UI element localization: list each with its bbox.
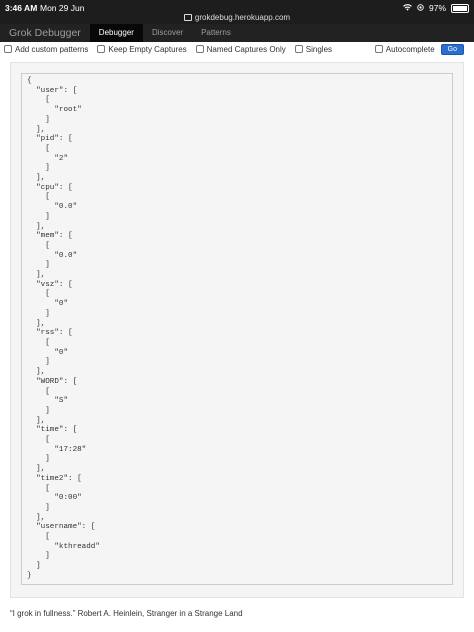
autocomplete-checkbox[interactable] [374,45,383,53]
go-button[interactable]: Go [440,43,464,55]
autocomplete-label: Autocomplete [385,44,435,54]
battery-percent: 97% [428,3,446,13]
battery-icon [451,3,469,13]
nav-discover[interactable]: Discover [143,24,192,42]
named-captures-only-checkbox[interactable] [195,45,204,53]
add-custom-patterns-checkbox[interactable] [4,45,12,53]
keep-empty-captures-label: Keep Empty Captures [108,44,187,54]
result-panel: { "user": [ [ "root" ] ], "pid": [ [ "2"… [10,62,464,598]
status-bar: 3:46 AM Mon 29 Jun 97% grokdebug.herokua… [0,0,474,24]
wifi-icon [403,3,412,13]
singles-checkbox[interactable] [294,45,303,53]
status-date: Mon 29 Jun [40,3,85,13]
status-right: 97% [403,3,469,13]
lock-icon [183,14,192,21]
nav-debugger[interactable]: Debugger [89,24,143,42]
navbar: Grok Debugger Debugger Discover Patterns [0,24,474,42]
address-bar[interactable]: grokdebug.herokuapp.com [0,13,474,22]
address-url: grokdebug.herokuapp.com [194,13,291,22]
brand-link[interactable]: Grok Debugger [0,27,90,39]
keep-empty-captures-checkbox[interactable] [97,45,106,53]
location-icon [417,3,424,13]
result-json: { "user": [ [ "root" ] ], "pid": [ [ "2"… [27,77,100,580]
nav-patterns[interactable]: Patterns [192,24,240,42]
status-time: 3:46 AM [5,3,38,13]
singles-label: Singles [305,44,333,54]
options-bar: Add custom patterns Keep Empty Captures … [0,42,474,56]
named-captures-only-label: Named Captures Only [206,44,286,54]
right-options: Autocomplete Go [366,42,464,56]
result-output: { "user": [ [ "root" ] ], "pid": [ [ "2"… [21,73,453,585]
footer-quote: “I grok in fullness.” Robert A. Heinlein… [10,609,243,618]
add-custom-patterns-label: Add custom patterns [15,44,89,54]
